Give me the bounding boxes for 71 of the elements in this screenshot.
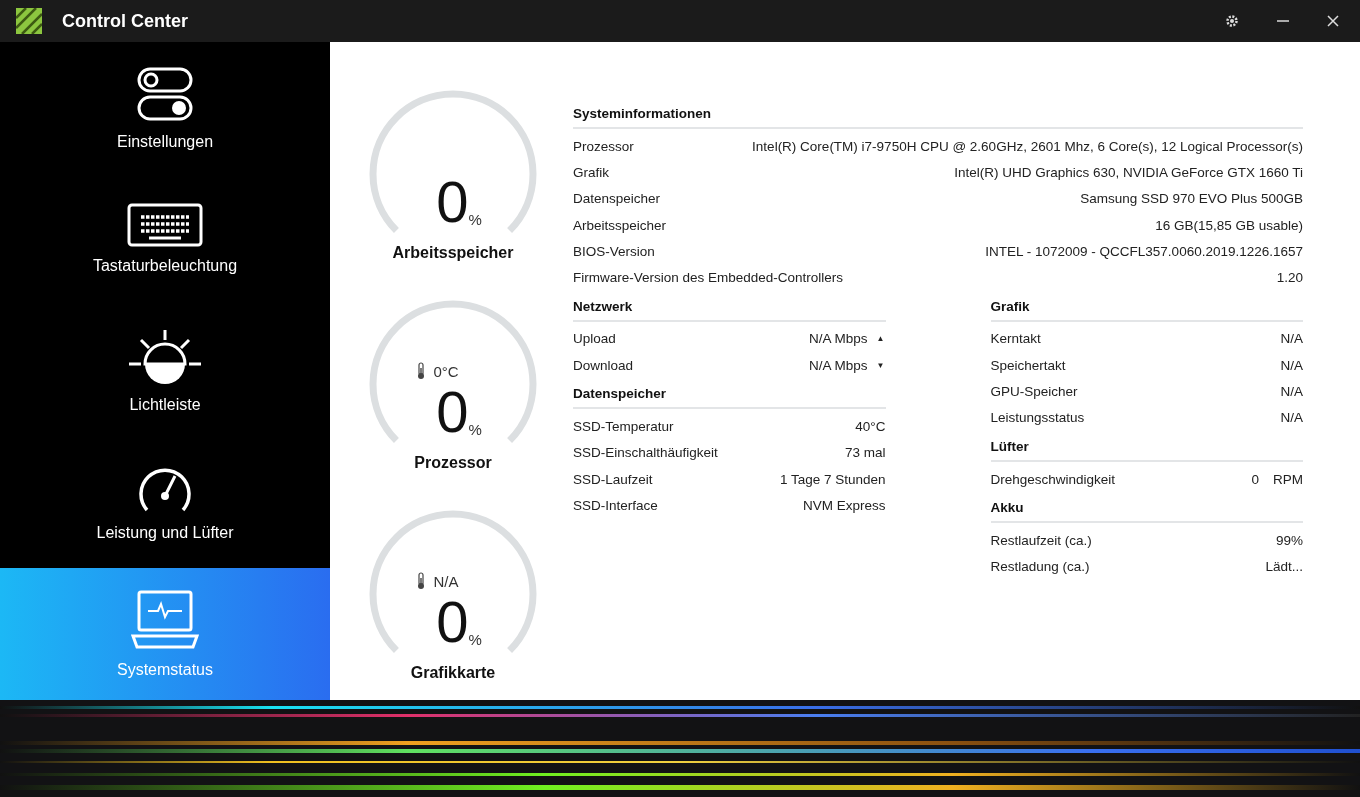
sidebar-item[interactable]: Einstellungen (0, 42, 330, 174)
info-unit: RPM (1273, 471, 1303, 487)
info-value: 73 mal (844, 445, 886, 461)
info-value: N/A (1280, 331, 1303, 347)
info-label: Restladung (ca.) (990, 559, 1090, 575)
info-label: SSD-Laufzeit (573, 471, 653, 487)
section-heading: Grafik (990, 298, 1303, 322)
laptop-pulse-icon (130, 589, 200, 652)
info-value: N/A (1280, 384, 1303, 399)
sidebar-item[interactable]: Lichtleiste (0, 305, 330, 437)
info-value: 1.20 (1276, 270, 1303, 286)
gauge-value: 0 (436, 380, 469, 444)
temperature-reading: 0°C (433, 362, 459, 380)
thermometer-icon (417, 362, 426, 380)
info-value: 16 GB(15,85 GB usable) (1155, 217, 1303, 233)
info-value: Lädt... (1265, 559, 1303, 575)
thermometer-icon (417, 572, 426, 590)
gauge-unit: % (468, 211, 482, 228)
section-heading: Netzwerk (573, 298, 886, 322)
info-value: N/A Mbps (808, 357, 868, 373)
info-label: Drehgeschwindigkeit (990, 471, 1116, 487)
gauge-label: Prozessor (413, 454, 493, 472)
section-heading: Systeminformationen (573, 106, 1303, 129)
window-title: Control Center (62, 10, 188, 32)
info-value: N/A (1280, 357, 1303, 373)
info-label: Restlaufzeit (ca.) (990, 532, 1092, 548)
info-label: Speichertakt (990, 357, 1066, 373)
info-value: Intel(R) Core(TM) i7-9750H CPU @ 2.60GHz, 2601 Mhz, 6 Core(s), 12 Logical Processor(s) (752, 138, 1303, 154)
arrow-indicator: ▲ (875, 334, 886, 344)
info-value: 0 (1251, 471, 1259, 487)
info-value: NVM Express (802, 497, 886, 513)
info-label: Kerntakt (990, 331, 1041, 347)
sidebar-item[interactable]: Tastaturbeleuchtung (0, 173, 330, 306)
lamp-icon (127, 328, 203, 386)
gauge-value: 0 (436, 590, 469, 654)
section-heading: Akku (990, 500, 1303, 524)
info-label: GPU-Speicher (990, 384, 1078, 399)
logo-icon (16, 8, 42, 34)
gauge-label: Grafikkarte (409, 664, 497, 682)
gauge-unit: % (468, 421, 482, 438)
info-value: Intel(R) UHD Graphics 630, NVIDIA GeForce GTX 1660 Ti (954, 164, 1303, 180)
info-value: Samsung SSD 970 EVO Plus 500GB (1080, 191, 1303, 207)
keyboard-icon (127, 203, 203, 248)
gear-icon (1224, 13, 1240, 29)
info-label: Arbeitsspeicher (573, 217, 667, 233)
info-label: Download (573, 357, 634, 373)
arrow-indicator: ▼ (875, 360, 886, 370)
info-value: 1 Tage 7 Stunden (779, 471, 886, 487)
close-icon (1326, 14, 1340, 28)
info-label: Grafik (573, 164, 609, 180)
section-heading: Lüfter (990, 438, 1303, 462)
info-value: N/A (1280, 410, 1303, 426)
info-label: Datenspeicher (573, 191, 661, 207)
info-label: SSD-Temperatur (573, 419, 674, 434)
info-value: N/A Mbps (808, 331, 868, 347)
info-label: Upload (573, 331, 616, 347)
info-value: 99% (1275, 532, 1303, 548)
info-label: Firmware-Version des Embedded-Controllers (573, 270, 844, 286)
temperature-reading: N/A (433, 572, 459, 590)
sidebar-item[interactable]: Leistung und Lüfter (0, 436, 330, 569)
section-heading: Datenspeicher (573, 386, 886, 410)
info-value: INTEL - 1072009 - QCCFL357.0060.2019.1226.1657 (985, 243, 1303, 259)
info-label: Leistungsstatus (990, 410, 1085, 426)
gauge-label: Arbeitsspeicher (391, 244, 515, 262)
gauge-value: 0 (436, 170, 469, 234)
info-label: SSD-Interface (573, 497, 658, 513)
info-label: SSD-Einschalthäufigkeit (573, 445, 718, 461)
info-label: Prozessor (573, 138, 634, 154)
info-value: 40°C (855, 419, 886, 434)
info-label: BIOS-Version (573, 243, 655, 259)
gauge-unit: % (468, 631, 482, 648)
